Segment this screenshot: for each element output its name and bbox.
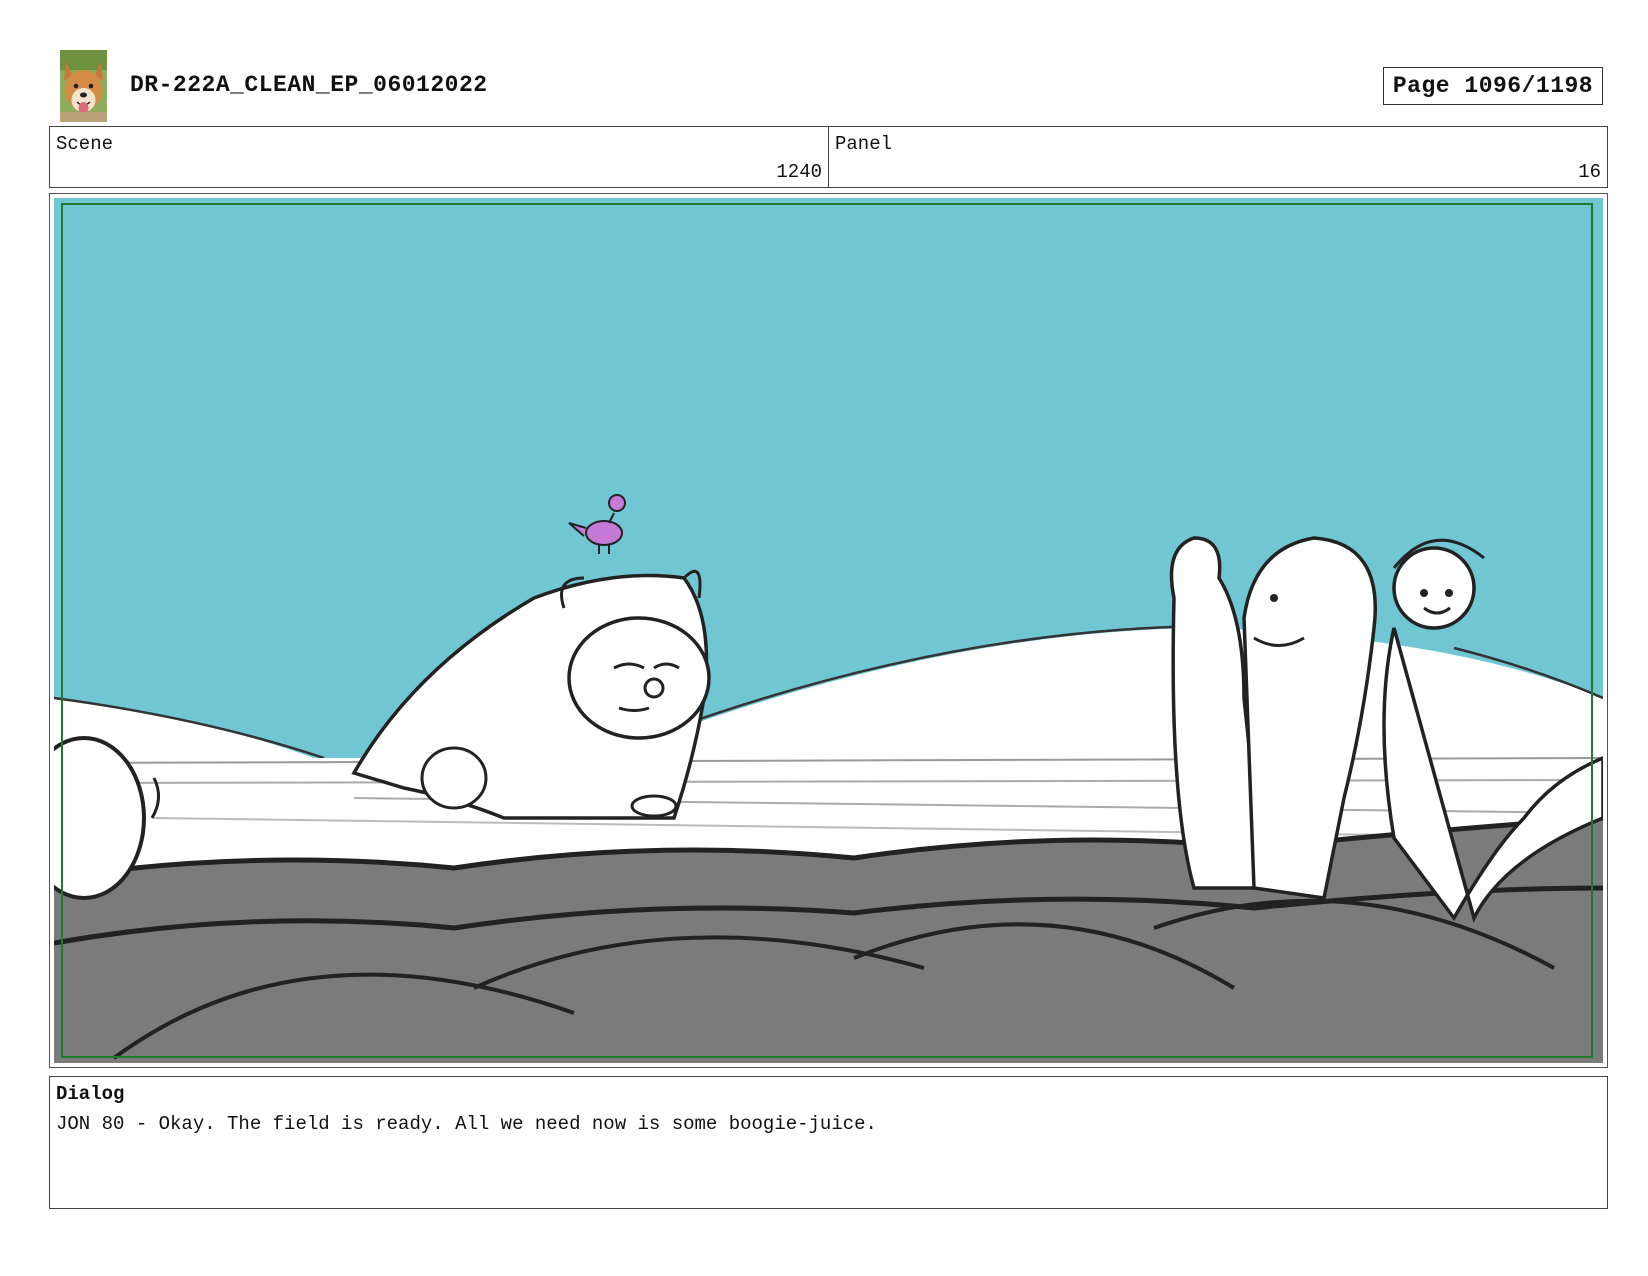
- storyboard-drawing: [54, 198, 1603, 1063]
- scene-number: 1240: [776, 161, 822, 183]
- panel-number: 16: [1578, 161, 1601, 183]
- dialog-label: Dialog: [56, 1083, 125, 1105]
- dialog-text: JON 80 - Okay. The field is ready. All w…: [56, 1113, 877, 1135]
- scene-panel-info: Scene 1240 Panel 16: [49, 126, 1608, 188]
- scene-cell: Scene 1240: [50, 127, 828, 187]
- dialog-section: Dialog JON 80 - Okay. The field is ready…: [49, 1076, 1608, 1209]
- scene-label: Scene: [56, 133, 114, 155]
- document-title: DR-222A_CLEAN_EP_06012022: [130, 72, 488, 98]
- storyboard-panel: [49, 193, 1608, 1068]
- dog-avatar-icon: [60, 50, 107, 122]
- panel-label: Panel: [835, 133, 893, 155]
- panel-cell: Panel 16: [828, 127, 1607, 187]
- page-indicator: Page 1096/1198: [1383, 67, 1603, 105]
